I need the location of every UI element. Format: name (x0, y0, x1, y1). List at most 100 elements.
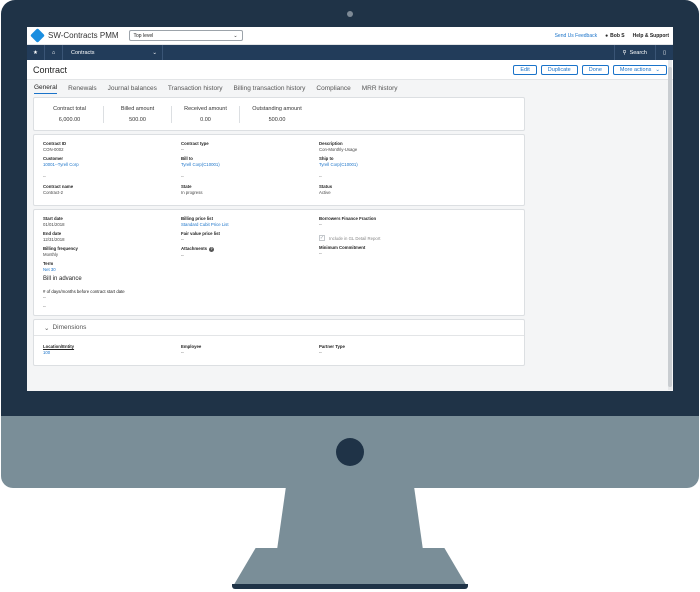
duplicate-button[interactable]: Duplicate (540, 64, 578, 75)
billing-column-2: Billing price list Standard Cubit Price L… (181, 216, 319, 309)
summary-contract-total: Contract total 6,000.00 (36, 105, 104, 123)
amount-summary-card: Contract total 6,000.00 Billed amount 50… (33, 97, 525, 131)
screen: SW-Contracts PMM Top level ⌄ Send Us Fee… (27, 27, 673, 391)
more-actions-button[interactable]: More actions ⌄ (612, 64, 667, 75)
field-label: Minimum Commitment (319, 245, 366, 250)
chevron-down-icon: ⌄ (44, 324, 50, 332)
field-label: Description (319, 141, 343, 146)
scrollbar-thumb[interactable] (668, 67, 672, 387)
tab-renewals[interactable]: Renewals (68, 85, 97, 94)
field-label: Ship to (319, 156, 334, 161)
page-header: Contract Edit Duplicate Done More action… (27, 60, 673, 80)
contracts-menu-label: Contracts (71, 49, 95, 56)
min-commit-value: -- (319, 251, 322, 256)
contract-name-value: Contract-2 (43, 190, 64, 195)
chevron-down-icon: ⌄ (233, 32, 238, 39)
price-list-link[interactable]: Standard Cubit Price List (181, 222, 319, 227)
chevron-down-icon: ⌄ (152, 49, 157, 56)
contracts-menu[interactable]: Contracts ⌄ (63, 45, 163, 60)
ship-to-link[interactable]: Tyrell Corp(C10001) (319, 162, 457, 167)
dimensions-toggle[interactable]: ⌄ Dimensions (34, 320, 524, 336)
tab-compliance[interactable]: Compliance (316, 85, 350, 94)
end-date-value: 12/31/2018 (43, 237, 65, 242)
tab-general[interactable]: General (34, 84, 58, 94)
dimensions-card: ⌄ Dimensions Location/Entity 100 Employee… (33, 319, 525, 366)
field-label: Location/Entity (43, 344, 75, 349)
check-icon: ✓ (319, 235, 325, 241)
description-value: Con-Monthly-Usage (319, 147, 358, 152)
summary-outstanding-amount: Outstanding amount 500.00 (252, 105, 302, 123)
app-title: SW-Contracts PMM (48, 31, 119, 40)
edit-button[interactable]: Edit (513, 64, 537, 75)
summary-received-amount: Received amount 0.00 (172, 105, 240, 123)
state-value: In progress (181, 190, 203, 195)
monitor-frame: SW-Contracts PMM Top level ⌄ Send Us Fee… (0, 0, 700, 592)
home-icon[interactable]: ⌂ (45, 45, 63, 60)
app-header: SW-Contracts PMM Top level ⌄ Send Us Fee… (27, 27, 673, 45)
monitor-button (336, 438, 364, 466)
tab-journal-balances[interactable]: Journal balances (108, 85, 157, 94)
field-label: Billing frequency (43, 246, 78, 251)
user-icon: ● (605, 32, 609, 39)
field-label: Customer (43, 156, 64, 161)
tab-mrr-history[interactable]: MRR history (362, 85, 398, 94)
tab-billing-transaction-history[interactable]: Billing transaction history (234, 85, 306, 94)
field-label: Term (43, 261, 54, 266)
help-support-link[interactable]: Help & Support (633, 33, 669, 39)
user-name: Bob S (610, 32, 625, 39)
monitor-neck (277, 488, 423, 550)
contract-type-value: -- (181, 147, 184, 152)
page-title: Contract (33, 64, 68, 75)
monitor-foot-edge (232, 584, 468, 589)
borrowers-value: -- (319, 222, 322, 227)
attachments-label: Attachments? (181, 246, 319, 252)
field-label: Employee (181, 344, 202, 349)
term-link[interactable]: Net 30 (43, 267, 181, 272)
level-select-value: Top level (133, 32, 154, 39)
done-button[interactable]: Done (581, 64, 609, 75)
star-icon[interactable]: ★ (27, 45, 45, 60)
field-label: Attachments (181, 246, 208, 251)
fair-value-value: -- (181, 237, 184, 242)
field-label: Contract ID (43, 141, 67, 146)
field-label: Billing price list (181, 216, 213, 221)
dimensions-title: Dimensions (52, 324, 87, 331)
billing-details-card: Start date 01/01/2018 End date 12/31/2018 … (33, 209, 525, 316)
tab-transaction-history[interactable]: Transaction history (168, 85, 223, 94)
gl-detail-label: Include in GL Detail Report (329, 235, 381, 241)
monitor-foot (232, 548, 468, 588)
search-button[interactable]: ⚲ Search (613, 45, 655, 60)
bookmark-icon[interactable]: ▯ (655, 45, 673, 60)
field-label: State (181, 184, 192, 189)
more-actions-label: More actions (619, 66, 652, 73)
customer-link[interactable]: 10001--Tyrell Corp (43, 162, 181, 167)
attachments-value: -- (181, 252, 184, 258)
empty-value: -- (43, 304, 46, 309)
details-column-3: Description Con-Monthly-Usage Ship to Tyre… (319, 141, 457, 199)
field-label: Start date (43, 216, 63, 221)
employee-value: -- (181, 350, 184, 355)
camera-dot (347, 11, 353, 17)
bill-to-link[interactable]: Tyrell Corp(C10001) (181, 162, 319, 167)
gl-detail-checkbox[interactable]: ✓ Include in GL Detail Report (319, 235, 457, 241)
field-label: End date (43, 231, 62, 236)
search-label: Search (629, 49, 647, 56)
start-date-value: 01/01/2018 (43, 222, 65, 227)
days-before-value: -- (43, 295, 46, 300)
status-value: Active (319, 190, 331, 195)
entity-level-select[interactable]: Top level ⌄ (128, 30, 243, 41)
field-label: Contract name (43, 184, 74, 189)
billing-column-3: Borrowers Finance Fraction -- ✓ Include i… (319, 216, 457, 309)
summary-billed-amount: Billed amount 500.00 (104, 105, 172, 123)
app-logo-icon (30, 28, 45, 43)
empty-value: -- (43, 174, 46, 179)
field-label: Status (319, 184, 333, 189)
field-label: Bill to (181, 156, 193, 161)
details-column-1: Contract ID CON-0002 Customer 10001--Tyrel… (43, 141, 181, 199)
field-label: Fair value price list (181, 231, 220, 236)
send-feedback-link[interactable]: Send Us Feedback (555, 33, 598, 39)
info-icon[interactable]: ? (209, 246, 215, 252)
user-menu[interactable]: ● Bob S (605, 33, 624, 39)
chevron-down-icon: ⌄ (655, 66, 660, 73)
location-link[interactable]: 100 (43, 350, 181, 355)
